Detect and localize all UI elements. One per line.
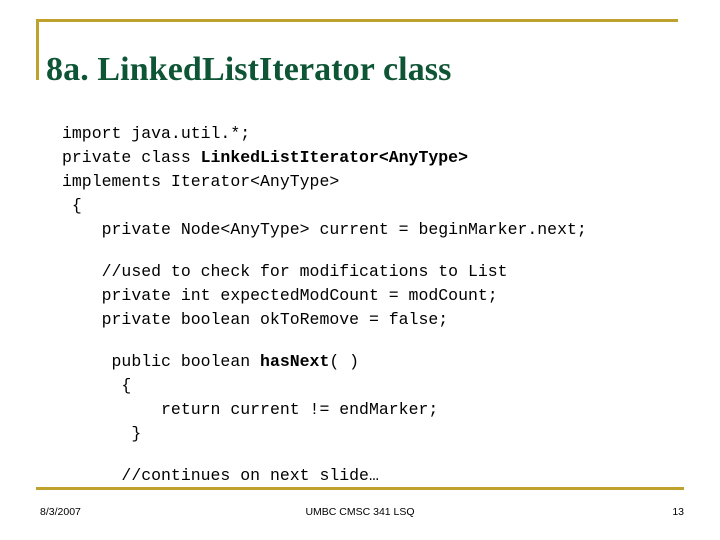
code-text: private boolean okToRemove = false; <box>101 310 449 329</box>
code-line: private int expectedModCount = modCount; <box>62 284 720 308</box>
title-left-rule <box>36 19 39 80</box>
code-text: private int expectedModCount = modCount; <box>101 286 498 305</box>
code-text: } <box>111 424 142 443</box>
code-text: //used to check for modifications to Lis… <box>101 262 508 281</box>
code-block: import java.util.*; private class LinkedL… <box>0 122 720 488</box>
page-title: 8a. LinkedListIterator class <box>46 50 452 88</box>
code-line: private Node<AnyType> current = beginMar… <box>62 218 720 242</box>
code-text: //continues on next slide… <box>111 466 379 485</box>
code-text: { <box>71 196 82 215</box>
code-identifier: LinkedListIterator<AnyType> <box>200 148 468 167</box>
code-text: public boolean <box>111 352 261 371</box>
code-line: { <box>62 194 720 218</box>
code-text: import java.util.*; <box>62 124 251 143</box>
code-line: //continues on next slide… <box>62 464 720 488</box>
code-line: public boolean hasNext( ) <box>62 350 720 374</box>
code-identifier: hasNext <box>260 352 330 371</box>
code-line: import java.util.*; <box>62 122 720 146</box>
code-text: private class <box>62 148 201 167</box>
title-top-rule <box>36 19 678 22</box>
footer-course-label: UMBC CMSC 341 LSQ <box>305 506 415 518</box>
code-line: private class LinkedListIterator<AnyType… <box>62 146 720 170</box>
code-line: private boolean okToRemove = false; <box>62 308 720 332</box>
code-line: //used to check for modifications to Lis… <box>62 260 720 284</box>
slide-footer: 8/3/2007 UMBC CMSC 341 LSQ 13 <box>0 506 720 528</box>
code-line: return current != endMarker; <box>62 398 720 422</box>
code-text: return current != endMarker; <box>111 400 439 419</box>
code-line: } <box>62 422 720 446</box>
slide: 8a. LinkedListIterator class import java… <box>0 0 720 540</box>
footer-rule <box>36 487 684 490</box>
code-text: { <box>111 376 132 395</box>
code-text: implements Iterator<AnyType> <box>62 172 340 191</box>
code-line: implements Iterator<AnyType> <box>62 170 720 194</box>
code-line: { <box>62 374 720 398</box>
code-text: ( ) <box>329 352 360 371</box>
code-text: private Node<AnyType> current = beginMar… <box>101 220 587 239</box>
footer-page-number: 13 <box>672 506 684 518</box>
